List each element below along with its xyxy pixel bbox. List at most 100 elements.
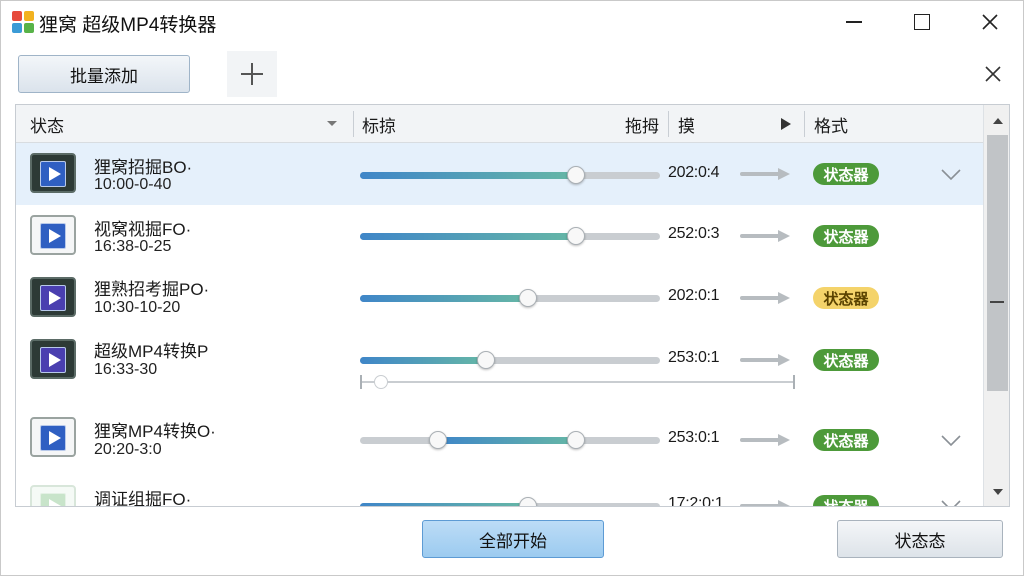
file-size: 253:0:1 (668, 429, 720, 446)
file-duration: 16:33-30 (94, 361, 158, 378)
title-bar: 狸窝 超级MP4转换器 (1, 1, 1023, 43)
format-badge[interactable]: 状态器 (813, 495, 879, 506)
video-file-icon (30, 339, 76, 379)
video-file-icon (30, 153, 76, 193)
clear-list-button[interactable] (979, 60, 1007, 88)
format-badge[interactable]: 状态器 (813, 225, 879, 247)
sort-dropdown[interactable] (326, 105, 338, 143)
header-divider (668, 111, 669, 137)
list-item[interactable]: 狸窝MP4转换O· 20:20-3:0 253:0:1 状态器 (16, 405, 983, 471)
arrow-right-icon (740, 354, 790, 366)
progress-slider[interactable] (360, 227, 660, 245)
file-duration: 20:20-3:0 (94, 441, 162, 458)
video-file-icon (30, 277, 76, 317)
close-icon (982, 14, 998, 30)
arrow-right-icon (740, 434, 790, 446)
file-size: 202:0:4 (668, 164, 720, 181)
chevron-down-icon[interactable] (940, 434, 962, 448)
slider-handle[interactable] (519, 289, 537, 307)
arrow-right-icon (740, 292, 790, 304)
progress-fill (360, 172, 576, 179)
scroll-up-button[interactable] (984, 109, 1009, 131)
window-close-button[interactable] (967, 1, 1013, 43)
progress-slider[interactable] (360, 497, 660, 506)
arrow-right-icon (740, 230, 790, 242)
status-button[interactable]: 状态态 (837, 520, 1003, 558)
toolbar: 批量添加 (1, 43, 1023, 103)
header-progress[interactable]: 标掠 (362, 105, 396, 143)
slider-handle[interactable] (567, 431, 585, 449)
plus-icon (241, 63, 263, 85)
app-window: 狸窝 超级MP4转换器 批量添加 状态 标掠 拖拇 摸 格式 狸窝招掘BO· 1… (0, 0, 1024, 576)
trim-range-track[interactable] (360, 375, 795, 389)
slider-handle[interactable] (567, 166, 585, 184)
list-item[interactable]: 超级MP4转换P 16:33-30 253:0:1 状态器 (16, 329, 983, 405)
slider-start-handle[interactable] (429, 431, 447, 449)
chevron-down-icon[interactable] (940, 168, 962, 182)
format-badge[interactable]: 状态器 (813, 349, 879, 371)
list-item[interactable]: 狸熟招考掘PO· 10:30-10-20 202:0:1 状态器 (16, 267, 983, 329)
trim-start-tick (360, 375, 362, 389)
file-name: 狸熟招考掘PO· (94, 280, 210, 299)
header-status[interactable]: 状态 (30, 105, 64, 143)
file-list: 状态 标掠 拖拇 摸 格式 狸窝招掘BO· 10:00-0-40 202:0:4 状态… (15, 104, 1010, 507)
file-size: 202:0:1 (668, 287, 720, 304)
file-name: 狸窝MP4转换O· (94, 422, 216, 441)
progress-slider[interactable] (360, 166, 660, 184)
app-logo-icon (12, 11, 34, 33)
scroll-down-button[interactable] (984, 481, 1009, 503)
scroll-grip (990, 301, 1004, 303)
video-file-icon (30, 417, 76, 457)
file-size: 253:0:1 (668, 349, 720, 366)
list-item[interactable]: 视窝视掘FO· 16:38-0-25 252:0:3 状态器 (16, 205, 983, 267)
list-item[interactable]: 狸窝招掘BO· 10:00-0-40 202:0:4 状态器 (16, 143, 983, 205)
list-rows: 狸窝招掘BO· 10:00-0-40 202:0:4 状态器 视窝视掘FO· 16:38-… (16, 143, 983, 507)
chevron-up-icon (992, 117, 1003, 124)
slider-handle[interactable] (519, 497, 537, 506)
file-size: 252:0:3 (668, 225, 720, 242)
chevron-down-icon (327, 121, 337, 126)
header-drag[interactable]: 拖拇 (625, 105, 659, 143)
header-play[interactable] (780, 105, 792, 143)
trim-handle[interactable] (374, 375, 388, 389)
progress-slider[interactable] (360, 351, 660, 369)
minimize-button[interactable] (831, 1, 877, 43)
progress-fill (438, 437, 576, 444)
file-size: 17:2:0:1 (668, 495, 724, 507)
header-size[interactable]: 摸 (678, 105, 695, 143)
chevron-down-icon (992, 488, 1003, 495)
progress-fill (360, 233, 576, 240)
file-name: 狸窝招掘BO· (94, 158, 193, 177)
arrow-right-icon (740, 500, 790, 506)
slider-handle[interactable] (477, 351, 495, 369)
slider-handle[interactable] (567, 227, 585, 245)
play-icon (781, 118, 791, 130)
video-file-icon (30, 215, 76, 255)
file-duration: 16:38-0-25 (94, 238, 172, 255)
start-all-button[interactable]: 全部开始 (422, 520, 604, 558)
file-name: 超级MP4转换P (94, 342, 209, 361)
list-header: 状态 标掠 拖拇 摸 格式 (16, 105, 983, 143)
minimize-icon (846, 21, 862, 23)
add-file-button[interactable] (227, 51, 277, 97)
maximize-button[interactable] (899, 1, 945, 43)
progress-slider[interactable] (360, 431, 660, 449)
scroll-thumb[interactable] (987, 135, 1008, 391)
arrow-right-icon (740, 168, 790, 180)
file-name: 视窝视掘FO· (94, 220, 192, 239)
progress-slider[interactable] (360, 289, 660, 307)
close-icon (985, 66, 1001, 82)
trim-end-tick (793, 375, 795, 389)
progress-fill (360, 295, 528, 302)
format-badge[interactable]: 状态器 (813, 429, 879, 451)
list-item[interactable]: 调证组掘FO· 17:2:0:1 状态器 (16, 471, 983, 507)
format-badge[interactable]: 状态器 (813, 287, 879, 309)
chevron-down-icon[interactable] (940, 499, 962, 507)
batch-add-button[interactable]: 批量添加 (18, 55, 190, 93)
format-badge[interactable]: 状态器 (813, 163, 879, 185)
header-divider (804, 111, 805, 137)
header-format[interactable]: 格式 (814, 105, 848, 143)
vertical-scrollbar[interactable] (983, 105, 1009, 506)
maximize-icon (914, 14, 930, 30)
file-duration: 10:00-0-40 (94, 176, 172, 193)
